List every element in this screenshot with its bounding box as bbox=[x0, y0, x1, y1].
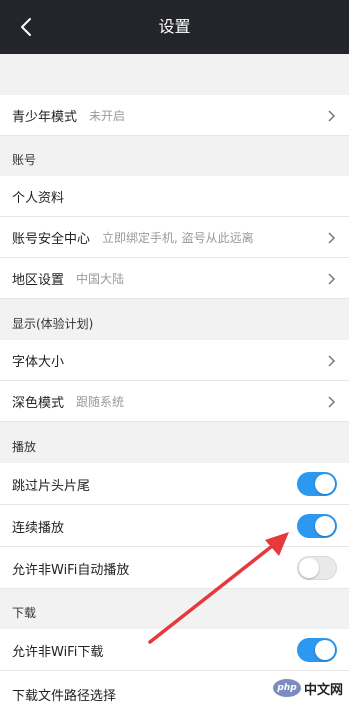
teen-mode-label: 青少年模式 bbox=[12, 110, 78, 125]
page-title: 设置 bbox=[158, 17, 191, 36]
section-header-display: 显示(体验计划) bbox=[0, 306, 349, 340]
chevron-right-icon bbox=[328, 354, 336, 367]
skip-intro-label: 跳过片头片尾 bbox=[12, 478, 91, 494]
php-logo: php bbox=[273, 679, 301, 697]
non-wifi-autoplay-toggle[interactable] bbox=[297, 556, 337, 580]
section-header-download: 下载 bbox=[0, 595, 349, 629]
toggle-knob bbox=[315, 640, 335, 660]
toggle-knob bbox=[315, 516, 335, 536]
non-wifi-download-toggle[interactable] bbox=[297, 638, 337, 662]
dark-mode-row[interactable]: 深色模式 跟随系统 bbox=[0, 381, 349, 422]
region-label: 地区设置 bbox=[12, 273, 65, 288]
download-path-label: 下载文件路径选择 bbox=[12, 689, 117, 702]
font-size-label: 字体大小 bbox=[12, 355, 65, 370]
toggle-knob bbox=[299, 558, 319, 578]
chevron-right-icon bbox=[328, 272, 336, 285]
account-security-hint: 立即绑定手机, 盗号从此远离 bbox=[102, 231, 254, 245]
non-wifi-autoplay-label: 允许非WiFi自动播放 bbox=[12, 562, 130, 578]
non-wifi-autoplay-row: 允许非WiFi自动播放 bbox=[0, 547, 349, 589]
account-security-label: 账号安全中心 bbox=[12, 232, 91, 247]
dark-mode-label: 深色模式 bbox=[12, 396, 65, 411]
watermark: php 中文网 bbox=[271, 676, 347, 700]
account-security-row[interactable]: 账号安全中心 立即绑定手机, 盗号从此远离 bbox=[0, 217, 349, 258]
watermark-text: 中文网 bbox=[304, 682, 344, 698]
skip-intro-row: 跳过片头片尾 bbox=[0, 463, 349, 505]
font-size-row[interactable]: 字体大小 bbox=[0, 340, 349, 381]
chevron-left-icon[interactable] bbox=[14, 14, 40, 40]
chevron-right-icon bbox=[328, 395, 336, 408]
continuous-play-label: 连续播放 bbox=[12, 520, 65, 536]
non-wifi-download-label: 允许非WiFi下载 bbox=[12, 644, 104, 660]
teen-mode-value: 未开启 bbox=[89, 109, 126, 123]
chevron-right-icon bbox=[328, 231, 336, 244]
profile-label: 个人资料 bbox=[12, 191, 65, 206]
continuous-play-row: 连续播放 bbox=[0, 505, 349, 547]
continuous-play-toggle[interactable] bbox=[297, 514, 337, 538]
section-header-play: 播放 bbox=[0, 429, 349, 463]
non-wifi-download-row: 允许非WiFi下载 bbox=[0, 629, 349, 671]
top-bar: 设置 bbox=[0, 0, 349, 54]
region-row[interactable]: 地区设置 中国大陆 bbox=[0, 258, 349, 299]
profile-row[interactable]: 个人资料 bbox=[0, 176, 349, 217]
dark-mode-value: 跟随系统 bbox=[76, 395, 125, 409]
chevron-right-icon bbox=[328, 109, 336, 122]
region-value: 中国大陆 bbox=[76, 272, 125, 286]
toggle-knob bbox=[315, 474, 335, 494]
teen-mode-row[interactable]: 青少年模式 未开启 bbox=[0, 95, 349, 136]
skip-intro-toggle[interactable] bbox=[297, 472, 337, 496]
section-header-account: 账号 bbox=[0, 142, 349, 176]
